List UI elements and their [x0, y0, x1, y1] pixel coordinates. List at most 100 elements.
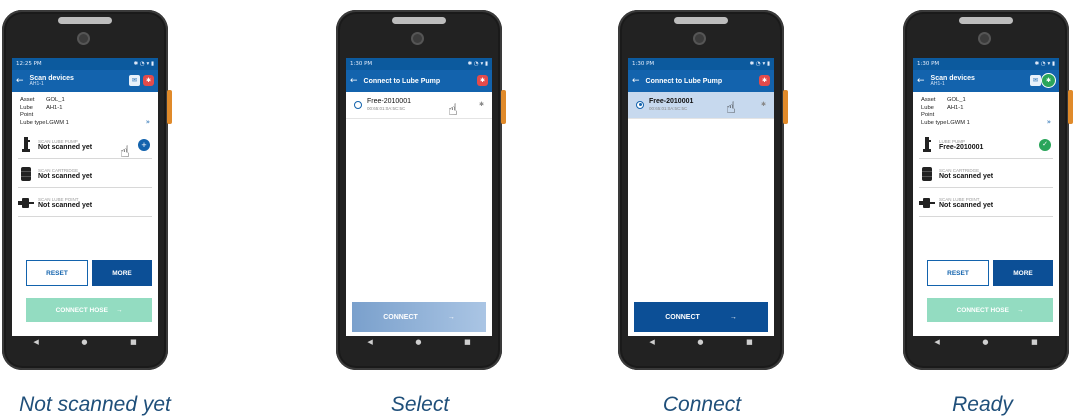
status-bar: 12:25 PM ✱ ◔ ▾ ▮	[12, 58, 158, 70]
slot-lube-point[interactable]: SCAN LUBE POINT Not scanned yet	[919, 190, 1053, 218]
slot-cartridge[interactable]: SCAN CARTRIDGE Not scanned yet	[919, 161, 1053, 189]
caption-ready: Ready	[952, 393, 1013, 416]
info-key: Lube Point	[20, 104, 34, 119]
info-value: AH1-1	[947, 104, 964, 111]
status-bar: 1:30 PM ✱ ◔ ▾ ▮	[346, 58, 492, 70]
slot-value: Not scanned yet	[38, 201, 93, 209]
nav-home-icon[interactable]: ●	[697, 338, 703, 346]
more-button[interactable]: MORE	[92, 260, 152, 286]
slot-lube-pump[interactable]: LUBE PUMP Free-2010001 ✓	[919, 132, 1053, 160]
connect-hose-button[interactable]: CONNECT HOSE →	[26, 298, 152, 322]
connect-label: CONNECT	[665, 313, 700, 321]
nav-recent-icon[interactable]: ■	[130, 338, 137, 346]
phone-connect: 1:30 PM ✱ ◔ ▾ ▮ ← Connect to Lube Pump ✱…	[618, 10, 788, 370]
device-radio[interactable]	[354, 100, 362, 109]
add-pump-button[interactable]: +	[138, 139, 150, 152]
slot-lube-pump[interactable]: SCAN LUBE PUMP Not scanned yet +	[18, 132, 152, 160]
tap-hand-icon: ☝	[120, 142, 130, 161]
more-button[interactable]: MORE	[993, 260, 1053, 286]
tap-hand-icon: ☝	[726, 98, 736, 117]
info-value: LGWM 1	[46, 119, 69, 126]
camera-lens	[413, 34, 422, 43]
side-scan-button[interactable]	[1068, 90, 1073, 124]
bluetooth-off-icon[interactable]: ✱	[759, 75, 770, 86]
slot-value: Free-2010001	[939, 143, 984, 151]
side-scan-button[interactable]	[167, 90, 172, 124]
nav-back-icon[interactable]: ◀	[367, 338, 372, 346]
page-subtitle: AH1-1	[930, 81, 945, 88]
check-icon: ✓	[1039, 139, 1051, 152]
side-scan-button[interactable]	[501, 90, 506, 124]
status-time: 1:30 PM	[632, 61, 655, 67]
info-key: Asset	[20, 97, 35, 103]
nav-back-icon[interactable]: ◀	[33, 338, 38, 346]
cartridge-icon	[919, 166, 935, 182]
phone-not-scanned: 12:25 PM ✱ ◔ ▾ ▮ ← Scan devices AH1-1 ✉ …	[2, 10, 172, 370]
info-key: Lube Point	[921, 104, 935, 119]
action-row: RESET MORE	[26, 260, 152, 286]
message-icon[interactable]: ✉	[129, 75, 140, 86]
info-value: LGWM 1	[947, 119, 970, 126]
device-name: Free-2010001	[367, 98, 411, 105]
camera-lens	[980, 34, 989, 43]
message-icon[interactable]: ✉	[1030, 75, 1041, 86]
connect-hose-label: CONNECT HOSE	[956, 306, 1009, 314]
back-arrow-icon[interactable]: ←	[16, 76, 24, 86]
info-value: AH1-1	[46, 104, 63, 111]
arrow-right-icon: →	[729, 313, 737, 321]
back-arrow-icon[interactable]: ←	[350, 76, 358, 86]
device-list-item[interactable]: Free-2010001 00:65:01:0A:5C:5C ✱	[628, 92, 774, 119]
side-scan-button[interactable]	[783, 90, 788, 124]
speaker-grille	[674, 17, 728, 24]
lube-point-icon	[919, 195, 935, 211]
reset-button[interactable]: RESET	[26, 260, 88, 286]
nav-home-icon[interactable]: ●	[81, 338, 87, 346]
nav-home-icon[interactable]: ●	[982, 338, 988, 346]
device-mac: 00:65:01:0A:5C:5C	[367, 106, 406, 112]
reset-button[interactable]: RESET	[927, 260, 989, 286]
nav-recent-icon[interactable]: ■	[464, 338, 471, 346]
nav-back-icon[interactable]: ◀	[649, 338, 654, 346]
page-title: Connect to Lube Pump	[363, 77, 441, 85]
caption-connect: Connect	[662, 393, 742, 416]
cartridge-icon	[18, 166, 34, 182]
nav-home-icon[interactable]: ●	[415, 338, 421, 346]
arrow-right-icon: →	[447, 313, 455, 321]
status-bar: 1:30 PM ✱ ◔ ▾ ▮	[628, 58, 774, 70]
device-list-item[interactable]: Free-2010001 00:65:01:0A:5C:5C ✱	[346, 92, 492, 119]
bluetooth-off-icon[interactable]: ✱	[143, 75, 154, 86]
connect-hose-button[interactable]: CONNECT HOSE →	[927, 298, 1053, 322]
app-bar: ← Connect to Lube Pump ✱	[346, 70, 492, 92]
status-time: 12:25 PM	[16, 61, 42, 67]
slot-lube-point[interactable]: SCAN LUBE POINT Not scanned yet	[18, 190, 152, 218]
asset-info: Asset GOL_1 Lube Point AH1-1 Lube type LGWM…	[12, 92, 158, 130]
asset-info: Asset GOL_1 Lube Point AH1-1 Lube type LGWM…	[913, 92, 1059, 130]
tap-hand-icon: ☝	[448, 100, 458, 119]
device-radio[interactable]	[636, 100, 644, 109]
expand-chevron-icon[interactable]: »	[146, 118, 150, 127]
status-icons: ✱ ◔ ▾ ▮	[133, 61, 154, 67]
arrow-right-icon: →	[115, 306, 123, 314]
connect-button[interactable]: CONNECT →	[634, 302, 768, 332]
speaker-grille	[58, 17, 112, 24]
status-time: 1:30 PM	[917, 61, 940, 67]
back-arrow-icon[interactable]: ←	[632, 76, 640, 86]
lube-pump-icon	[919, 137, 935, 153]
nav-recent-icon[interactable]: ■	[1031, 338, 1038, 346]
arrow-right-icon: →	[1016, 306, 1024, 314]
app-bar: ← Connect to Lube Pump ✱	[628, 70, 774, 92]
android-nav-bar: ◀ ● ■	[913, 336, 1059, 348]
back-arrow-icon[interactable]: ←	[917, 76, 925, 86]
phone-select: 1:30 PM ✱ ◔ ▾ ▮ ← Connect to Lube Pump ✱…	[336, 10, 506, 370]
expand-chevron-icon[interactable]: »	[1047, 118, 1051, 127]
bluetooth-off-icon[interactable]: ✱	[477, 75, 488, 86]
info-key: Lube type	[20, 119, 46, 126]
bluetooth-connected-icon[interactable]: ✱	[1041, 73, 1056, 88]
android-nav-bar: ◀ ● ■	[628, 336, 774, 348]
nav-recent-icon[interactable]: ■	[746, 338, 753, 346]
info-key: Asset	[921, 97, 936, 103]
speaker-grille	[959, 17, 1013, 24]
connect-button[interactable]: CONNECT →	[352, 302, 486, 332]
nav-back-icon[interactable]: ◀	[934, 338, 939, 346]
slot-cartridge[interactable]: SCAN CARTRIDGE Not scanned yet	[18, 161, 152, 189]
